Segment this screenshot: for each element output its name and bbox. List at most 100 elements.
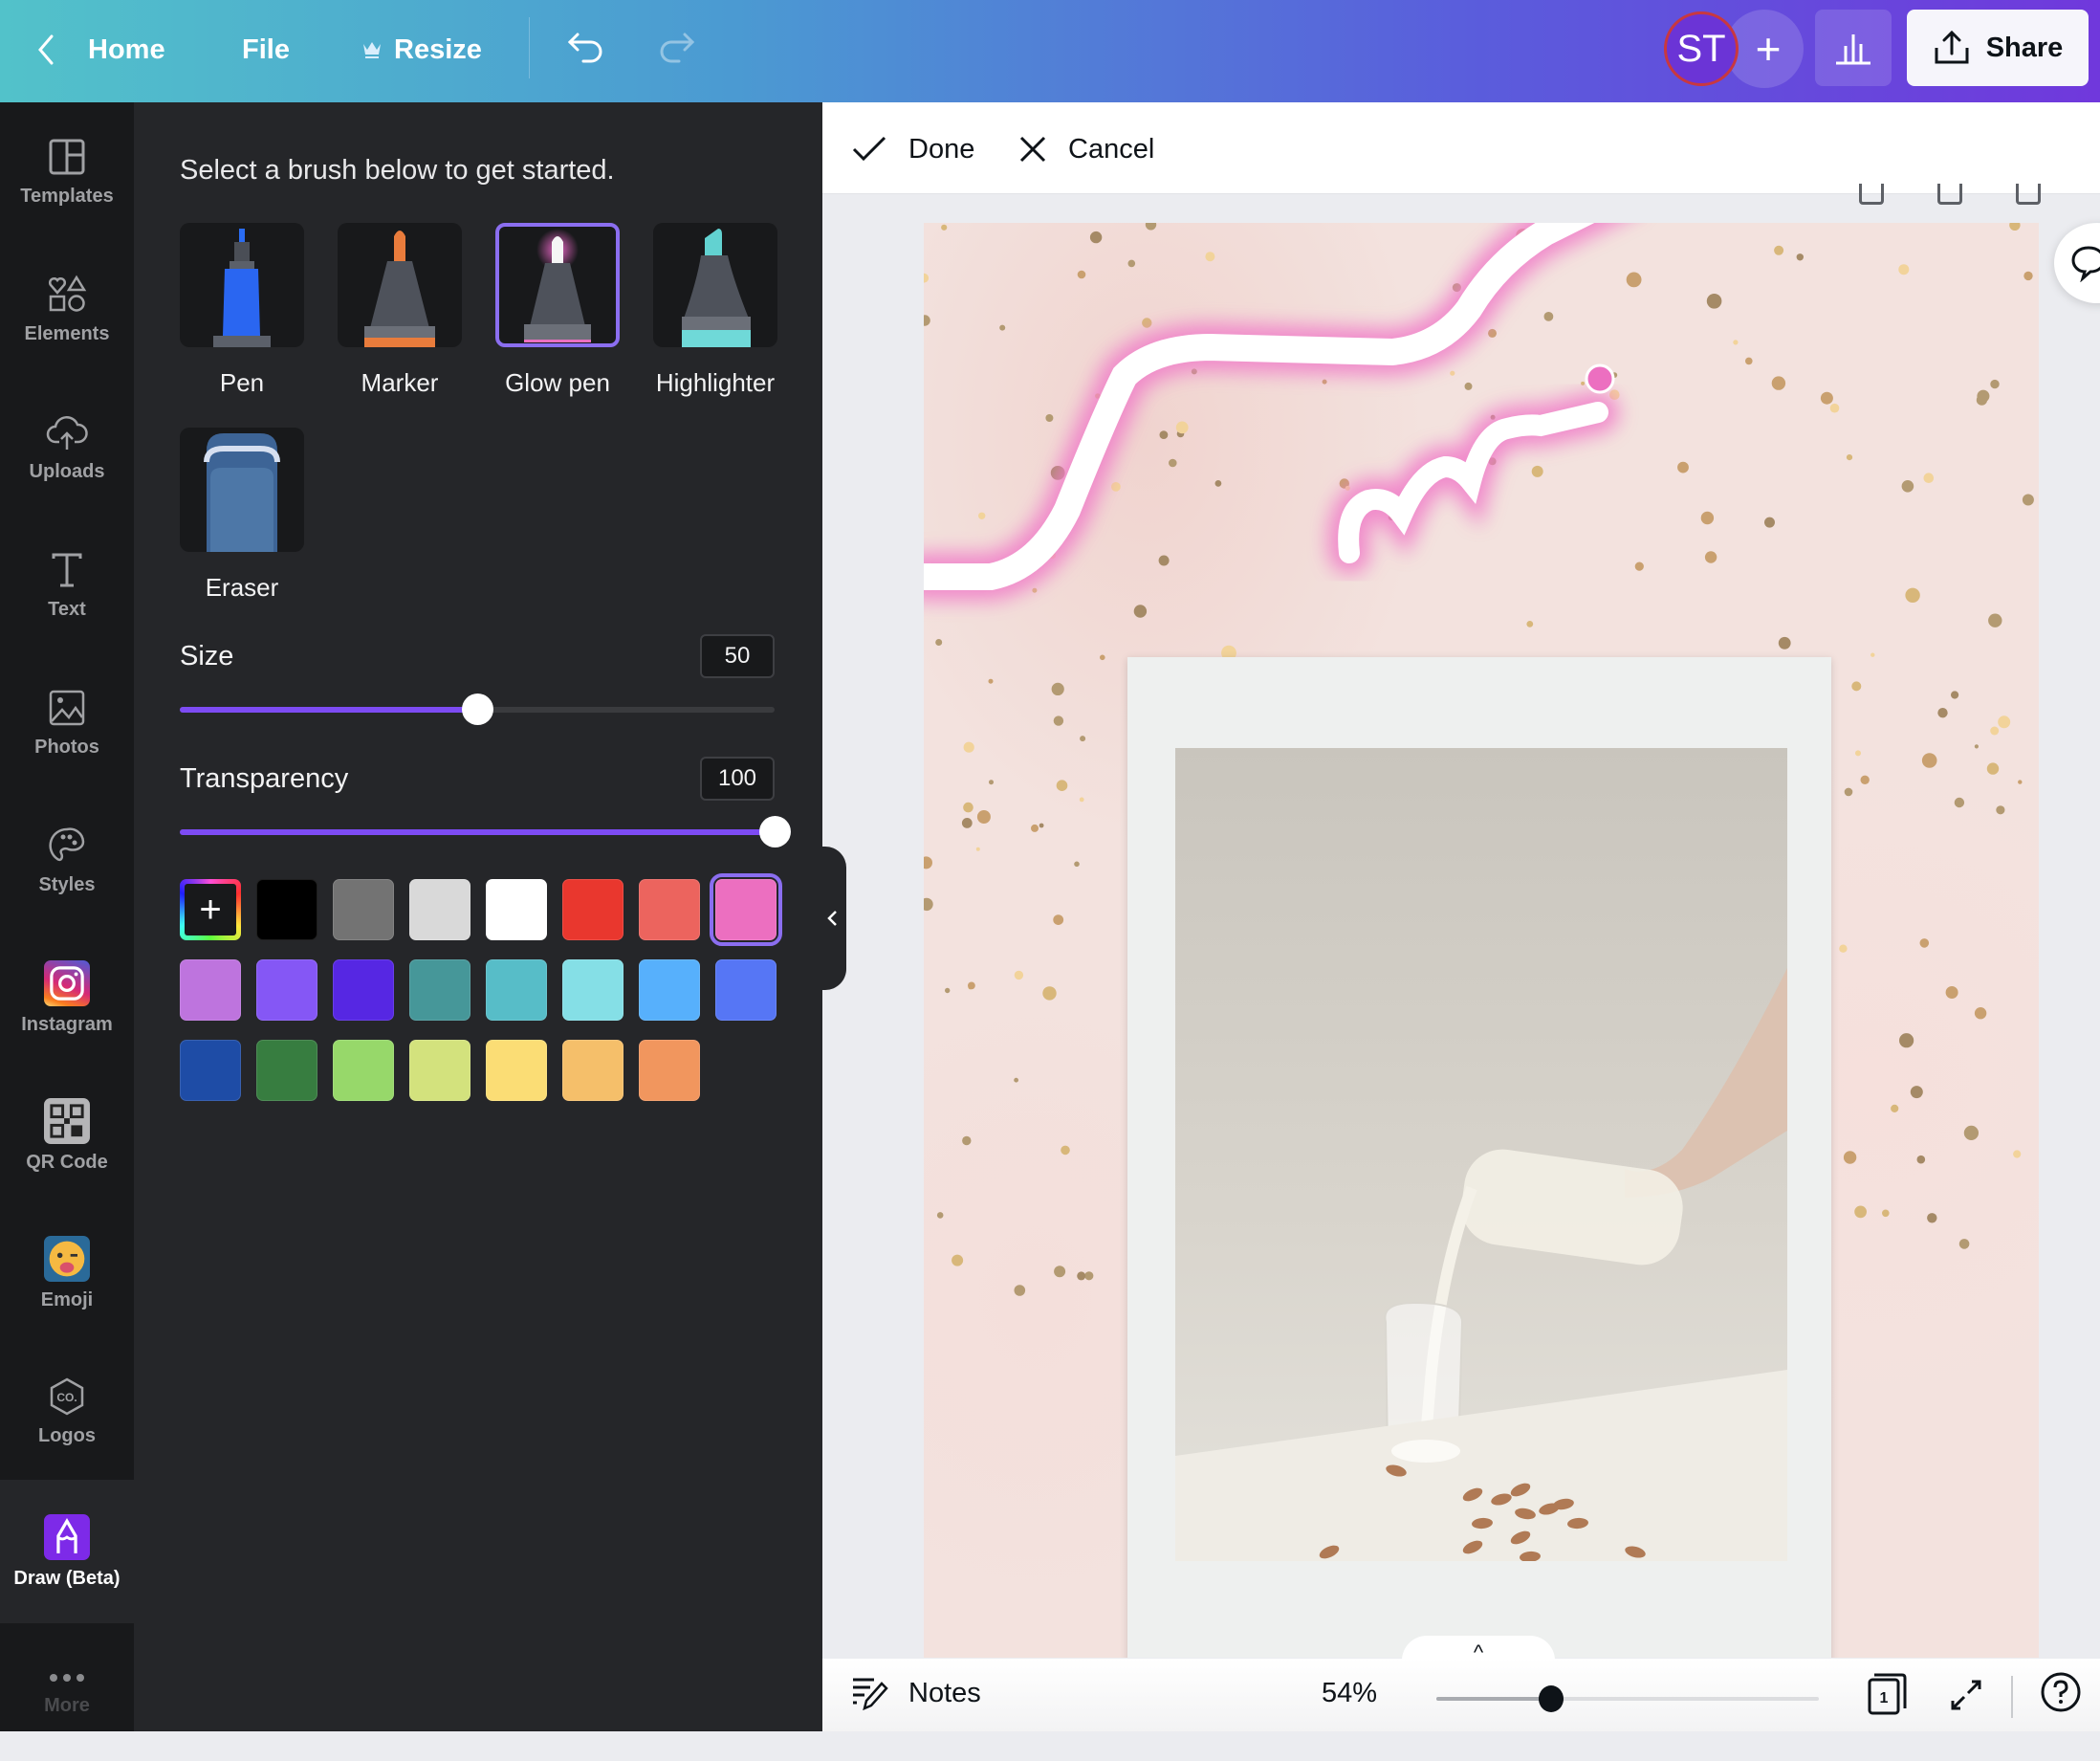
- file-label: File: [242, 33, 290, 65]
- color-swatch[interactable]: [333, 1040, 394, 1101]
- sidebar-item-more[interactable]: More: [0, 1623, 134, 1761]
- color-swatch[interactable]: [180, 959, 241, 1021]
- sidebar-item-uploads[interactable]: Uploads: [0, 378, 134, 516]
- bottom-bar: Notes 54% 1: [822, 1659, 2100, 1731]
- top-bar: Home File Resize + ST Share: [0, 0, 2100, 102]
- confetti-dot: [1855, 750, 1861, 757]
- size-slider-thumb[interactable]: [462, 693, 493, 725]
- transparency-slider-thumb[interactable]: [759, 816, 791, 847]
- user-avatar[interactable]: ST: [1664, 11, 1739, 86]
- color-swatch[interactable]: [639, 959, 700, 1021]
- checkmark-icon: [852, 136, 886, 162]
- undo-button[interactable]: [562, 25, 612, 75]
- palette-icon: [49, 826, 85, 861]
- color-swatch[interactable]: [333, 959, 394, 1021]
- home-button[interactable]: Home: [34, 25, 165, 75]
- brush-pen[interactable]: Pen: [180, 223, 304, 398]
- done-button[interactable]: Done: [851, 127, 974, 171]
- notes-button[interactable]: Notes: [851, 1676, 981, 1710]
- color-swatch[interactable]: [639, 879, 700, 940]
- color-swatch[interactable]: [333, 879, 394, 940]
- color-swatch[interactable]: [562, 1040, 623, 1101]
- color-swatch[interactable]: [639, 1040, 700, 1101]
- transparency-slider[interactable]: [180, 816, 791, 847]
- confetti-dot: [1945, 986, 1958, 999]
- brush-marker[interactable]: Marker: [338, 223, 462, 398]
- confetti-dot: [1919, 938, 1930, 948]
- panel-instructions: Select a brush below to get started.: [180, 155, 615, 186]
- redo-button[interactable]: [650, 25, 700, 75]
- confetti-dot: [1079, 797, 1084, 803]
- sidebar-item-instagram[interactable]: Instagram: [0, 929, 134, 1067]
- sidebar-item-photos[interactable]: Photos: [0, 653, 134, 791]
- color-swatch[interactable]: [256, 879, 317, 940]
- sidebar-item-elements[interactable]: Elements: [0, 240, 134, 378]
- zoom-slider-thumb[interactable]: [1539, 1685, 1564, 1712]
- file-menu-button[interactable]: File: [242, 25, 290, 75]
- confetti-dot: [988, 678, 994, 684]
- undo-icon: [567, 33, 602, 63]
- drawn-glow-stroke-2[interactable]: [1327, 391, 1619, 574]
- color-swatch[interactable]: [562, 959, 623, 1021]
- upload-share-icon: [1935, 30, 1969, 64]
- add-color-button[interactable]: +: [180, 879, 241, 940]
- confetti-dot: [935, 639, 943, 646]
- collapse-panel-button[interactable]: [818, 847, 846, 990]
- brush-eraser[interactable]: Eraser: [180, 428, 304, 603]
- pen-icon: [180, 223, 304, 347]
- help-button[interactable]: [2039, 1670, 2083, 1714]
- color-swatch[interactable]: [710, 873, 782, 946]
- confetti-dot: [975, 847, 980, 851]
- transparency-input[interactable]: 100: [700, 757, 775, 801]
- cancel-button[interactable]: Cancel: [1018, 127, 1154, 171]
- sidebar-item-templates[interactable]: Templates: [0, 102, 134, 240]
- confetti-dot: [1882, 1209, 1890, 1218]
- page-duplicate-icon[interactable]: [1937, 184, 1962, 205]
- sidebar-item-draw[interactable]: Draw (Beta): [0, 1480, 134, 1623]
- brush-highlighter[interactable]: Highlighter: [653, 223, 777, 398]
- comment-button[interactable]: [2054, 223, 2100, 303]
- polaroid-frame[interactable]: [1127, 657, 1831, 1658]
- size-input[interactable]: 50: [700, 634, 775, 678]
- color-swatch[interactable]: [486, 1040, 547, 1101]
- confetti-dot: [1054, 1266, 1066, 1278]
- size-slider[interactable]: [180, 693, 775, 725]
- color-swatch[interactable]: [409, 959, 470, 1021]
- resize-button[interactable]: Resize: [361, 25, 482, 75]
- confetti-dot: [1051, 682, 1064, 695]
- color-swatch[interactable]: [715, 959, 777, 1021]
- insights-button[interactable]: [1815, 10, 1892, 86]
- zoom-slider[interactable]: [1436, 1685, 1819, 1712]
- confetti-dot: [2018, 780, 2023, 784]
- sidebar-item-text[interactable]: Text: [0, 516, 134, 653]
- sidebar-item-qr-code[interactable]: QR Code: [0, 1067, 134, 1204]
- color-swatch[interactable]: [256, 959, 317, 1021]
- zoom-level[interactable]: 54%: [1322, 1678, 1377, 1709]
- templates-icon: [49, 139, 85, 174]
- page-lock-icon[interactable]: [1859, 184, 1884, 205]
- photo-milk-pour[interactable]: [1175, 748, 1787, 1561]
- page-add-icon[interactable]: [2016, 184, 2041, 205]
- color-swatch[interactable]: [256, 1040, 317, 1101]
- sidebar-item-logos[interactable]: CO. Logos: [0, 1342, 134, 1480]
- page-count-button[interactable]: 1: [1867, 1672, 1909, 1716]
- sidebar-item-styles[interactable]: Styles: [0, 791, 134, 929]
- drawn-glow-stroke-1[interactable]: [924, 223, 1622, 601]
- share-button[interactable]: Share: [1907, 10, 2089, 86]
- color-swatch[interactable]: [486, 879, 547, 940]
- color-swatch[interactable]: [409, 879, 470, 940]
- design-canvas[interactable]: [924, 223, 2039, 1658]
- color-swatch[interactable]: [486, 959, 547, 1021]
- color-swatch[interactable]: [409, 1040, 470, 1101]
- confetti-dot: [963, 802, 973, 813]
- color-swatch[interactable]: [562, 879, 623, 940]
- fullscreen-button[interactable]: [1947, 1676, 1985, 1714]
- pages-icon: 1: [1868, 1673, 1907, 1715]
- sidebar-label: Styles: [38, 873, 96, 895]
- confetti-dot: [1916, 1155, 1926, 1164]
- confetti-dot: [1322, 379, 1327, 385]
- color-swatch[interactable]: [180, 1040, 241, 1101]
- brush-glow-pen[interactable]: Glow pen: [495, 223, 620, 398]
- sidebar-item-emoji[interactable]: Emoji: [0, 1204, 134, 1342]
- confetti-dot: [978, 512, 986, 519]
